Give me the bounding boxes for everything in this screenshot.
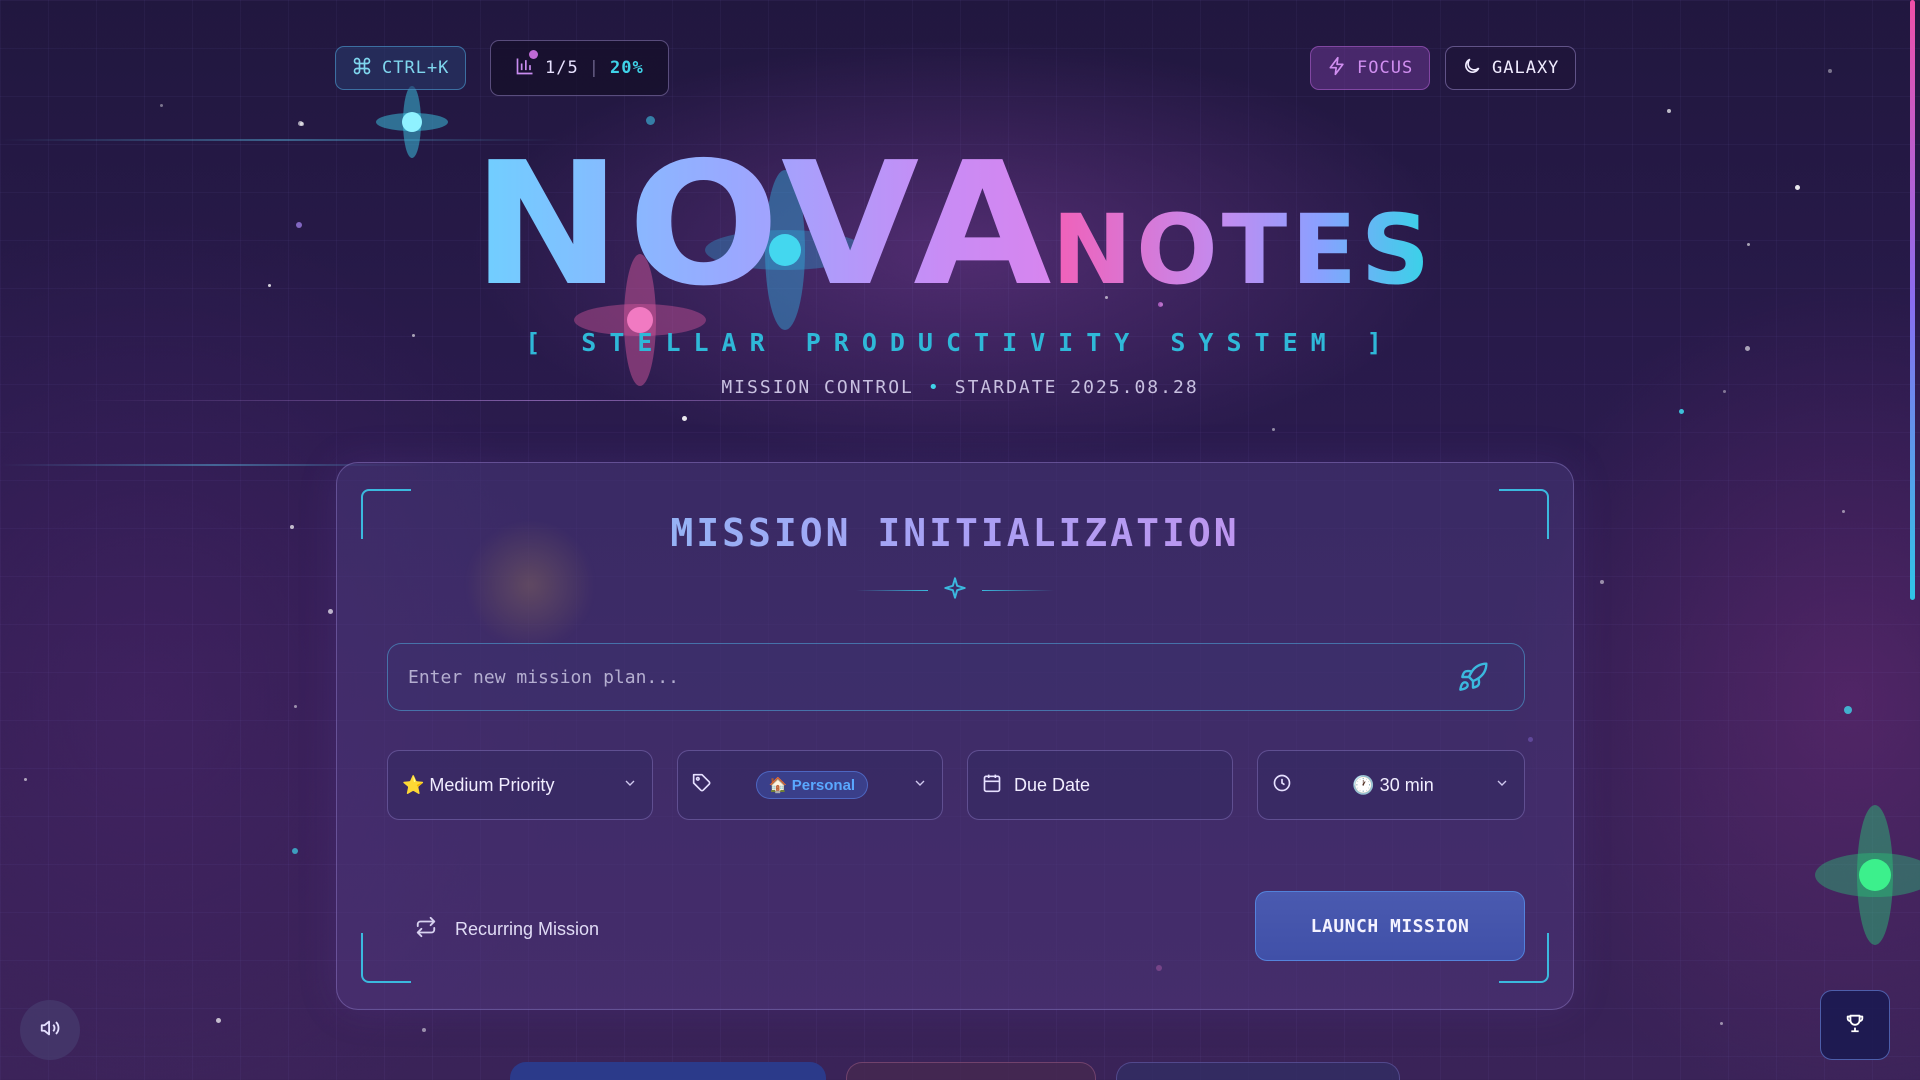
- bottom-tab[interactable]: [846, 1062, 1096, 1080]
- stats-separator: |: [588, 58, 600, 78]
- duration-select[interactable]: 🕐 30 min: [1257, 750, 1525, 820]
- achievements-button[interactable]: [1820, 990, 1890, 1060]
- mission-input[interactable]: [387, 643, 1525, 711]
- command-icon: [352, 56, 372, 81]
- app-title: NOVANOTES: [0, 126, 1920, 324]
- lightning-icon: [1327, 56, 1347, 81]
- moon-icon: [1462, 56, 1482, 81]
- chevron-down-icon: [622, 775, 638, 796]
- priority-select[interactable]: ⭐ Medium Priority: [387, 750, 653, 820]
- category-chip-wrap: 🏠 Personal: [724, 771, 900, 799]
- scan-line: [80, 400, 1030, 401]
- calendar-icon: [982, 773, 1002, 798]
- mission-form-card: MISSION INITIALIZATION ⭐ Medium Priority…: [336, 462, 1574, 1010]
- tagline: [ STELLAR PRODUCTIVITY SYSTEM ]: [525, 328, 1395, 357]
- mission-subline: MISSION CONTROL • STARDATE 2025.08.28: [0, 377, 1920, 398]
- theme-toggle-button[interactable]: GALAXY: [1445, 46, 1577, 90]
- duration-value: 🕐 30 min: [1352, 774, 1434, 795]
- focus-mode-button[interactable]: FOCUS: [1310, 46, 1431, 90]
- chevron-down-icon: [912, 775, 928, 796]
- command-palette-button[interactable]: CTRL+K: [335, 46, 467, 90]
- flare-green: [1815, 805, 1920, 945]
- completion-percent: 20%: [609, 58, 644, 78]
- app-title-main: NOVA: [472, 126, 1058, 324]
- tag-icon: [692, 773, 712, 798]
- shortcut-label: CTRL+K: [382, 58, 450, 78]
- sound-toggle-button[interactable]: [20, 1000, 80, 1060]
- title-divider: [337, 575, 1573, 605]
- theme-label: GALAXY: [1492, 58, 1560, 78]
- recurring-label: Recurring Mission: [455, 919, 600, 939]
- scrollbar[interactable]: [1910, 0, 1915, 600]
- due-date-picker[interactable]: Due Date: [967, 750, 1233, 820]
- divider-line: [856, 589, 928, 591]
- app-title-sub: NOTES: [1051, 194, 1434, 306]
- clock-icon: [1272, 773, 1292, 798]
- bottom-tab[interactable]: [1116, 1062, 1400, 1080]
- repeat-icon: [415, 916, 437, 943]
- form-title: MISSION INITIALIZATION: [337, 511, 1573, 555]
- due-date-label: Due Date: [1014, 774, 1091, 795]
- progress-stats[interactable]: 1/5 | 20%: [490, 40, 669, 96]
- launch-mission-button[interactable]: LAUNCH MISSION: [1255, 891, 1525, 961]
- chevron-down-icon: [1494, 775, 1510, 796]
- focus-label: FOCUS: [1357, 58, 1414, 78]
- sparkle-icon: [942, 575, 968, 605]
- category-chip: 🏠 Personal: [755, 771, 869, 799]
- trophy-icon: [1844, 1012, 1866, 1038]
- corner-decoration: [361, 933, 411, 983]
- bottom-tab[interactable]: [510, 1062, 826, 1080]
- stardate-label: STARDATE 2025.08.28: [954, 377, 1199, 398]
- rocket-icon[interactable]: [1455, 659, 1491, 695]
- mission-control-label: MISSION CONTROL: [721, 377, 914, 398]
- priority-value: ⭐ Medium Priority: [402, 774, 555, 795]
- recurring-toggle[interactable]: Recurring Mission: [415, 916, 599, 943]
- bar-chart-icon: [515, 49, 538, 81]
- speaker-icon: [39, 1017, 61, 1043]
- category-select[interactable]: 🏠 Personal: [677, 750, 943, 820]
- divider-line: [982, 589, 1054, 591]
- separator-dot: •: [927, 377, 941, 398]
- tasks-count: 1/5: [545, 58, 579, 78]
